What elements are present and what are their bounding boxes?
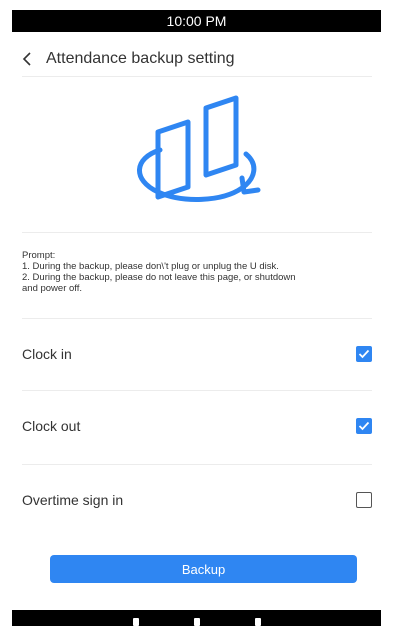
chevron-left-icon[interactable] bbox=[22, 50, 40, 68]
checkbox-unchecked-icon[interactable] bbox=[356, 492, 372, 508]
status-time: 10:00 PM bbox=[166, 13, 227, 29]
status-bar: 10:00 PM bbox=[12, 10, 381, 32]
checkbox-checked-icon[interactable] bbox=[356, 346, 372, 362]
option-clock-out[interactable]: Clock out bbox=[22, 391, 372, 461]
checkbox-checked-icon[interactable] bbox=[356, 418, 372, 434]
option-label: Overtime sign in bbox=[22, 492, 124, 508]
page-title: Attendance backup setting bbox=[46, 50, 235, 67]
prompt-line: and power off. bbox=[22, 283, 83, 294]
home-icon[interactable] bbox=[193, 618, 200, 626]
recents-icon[interactable] bbox=[254, 618, 261, 626]
backup-sync-icon bbox=[130, 92, 265, 212]
divider bbox=[22, 76, 372, 77]
navigation-bar bbox=[12, 610, 381, 626]
option-clock-in[interactable]: Clock in bbox=[22, 319, 372, 389]
back-icon[interactable] bbox=[132, 618, 139, 626]
prompt-text: Prompt: 1. During the backup, please don… bbox=[22, 250, 377, 294]
option-label: Clock out bbox=[22, 418, 81, 434]
header: Attendance backup setting bbox=[22, 44, 372, 74]
option-label: Clock in bbox=[22, 346, 72, 362]
divider bbox=[22, 232, 372, 233]
backup-button[interactable]: Backup bbox=[50, 555, 357, 583]
prompt-line: 2. During the backup, please do not leav… bbox=[22, 272, 296, 283]
prompt-line: 1. During the backup, please don\'t plug… bbox=[22, 261, 279, 272]
prompt-line: Prompt: bbox=[22, 250, 56, 261]
option-overtime-sign-in[interactable]: Overtime sign in bbox=[22, 465, 372, 535]
